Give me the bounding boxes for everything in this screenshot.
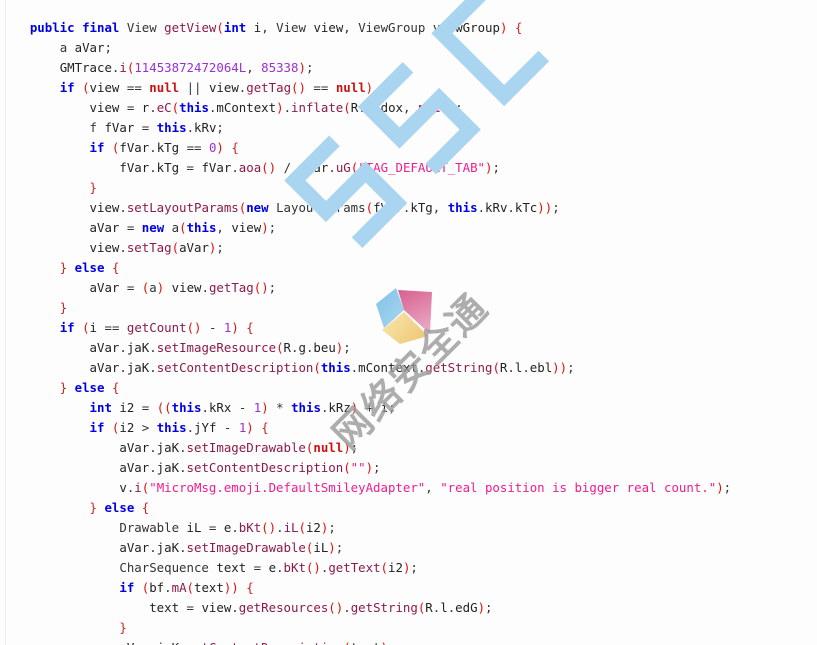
- code-line: } else {: [59, 260, 120, 276]
- code-line: }: [89, 180, 97, 196]
- code-line: view.setTag(aVar);: [89, 240, 224, 256]
- code-line: aVar.jaK.setContentDescription(text);: [0, 638, 817, 645]
- code-line: v.i("MicroMsg.emoji.DefaultSmileyAdapter…: [119, 480, 732, 496]
- code-viewer[interactable]: public final View getView(int i, View vi…: [0, 0, 817, 645]
- source-code-block[interactable]: public final View getView(int i, View vi…: [0, 12, 817, 645]
- code-line: if (bf.mA(text)) {: [119, 580, 254, 596]
- code-line: if (i2 > this.jYf - 1) {: [89, 420, 269, 436]
- code-line: if (i == getCount() - 1) {: [59, 320, 254, 336]
- code-line: int i2 = ((this.kRx - 1) * this.kRz) + i…: [89, 400, 396, 416]
- code-line: aVar.jaK.setContentDescription(this.mCon…: [89, 360, 575, 376]
- code-line: fVar.kTg = fVar.aoa() / fVar.uG("TAG_DEF…: [119, 160, 500, 176]
- code-line: view.setLayoutParams(new LayoutParams(fV…: [89, 200, 560, 216]
- code-line: public final View getView(int i, View vi…: [29, 20, 523, 36]
- code-line: f fVar = this.kRv;: [89, 120, 224, 136]
- code-line: aVar.jaK.setContentDescription("");: [119, 460, 381, 476]
- code-line: if (view == null || view.getTag() == nul…: [59, 80, 389, 96]
- code-line: }: [59, 300, 68, 316]
- code-line: } else {: [89, 500, 150, 516]
- code-line: if (fVar.kTg == 0) {: [89, 140, 239, 156]
- code-line: aVar = (a) view.getTag();: [89, 280, 277, 296]
- code-line: Drawable iL = e.bKt().iL(i2);: [119, 520, 336, 536]
- code-line: aVar.jaK.setImageResource(R.g.beu);: [89, 340, 351, 356]
- code-line: text = view.getResources().getString(R.l…: [149, 600, 493, 616]
- code-line: aVar.jaK.setImageDrawable(null);: [119, 440, 359, 456]
- code-line: CharSequence text = e.bKt().getText(i2);: [119, 560, 418, 576]
- code-line: view = r.eC(this.mContext).inflate(R.i.d…: [89, 100, 463, 116]
- code-line: } else {: [59, 380, 120, 396]
- code-line: GMTrace.i(11453872472064L, 85338);: [59, 60, 314, 76]
- code-line: a aVar;: [59, 40, 112, 56]
- code-line: }: [119, 620, 127, 636]
- code-line: aVar = new a(this, view);: [89, 220, 277, 236]
- code-line: aVar.jaK.setImageDrawable(iL);: [119, 540, 344, 556]
